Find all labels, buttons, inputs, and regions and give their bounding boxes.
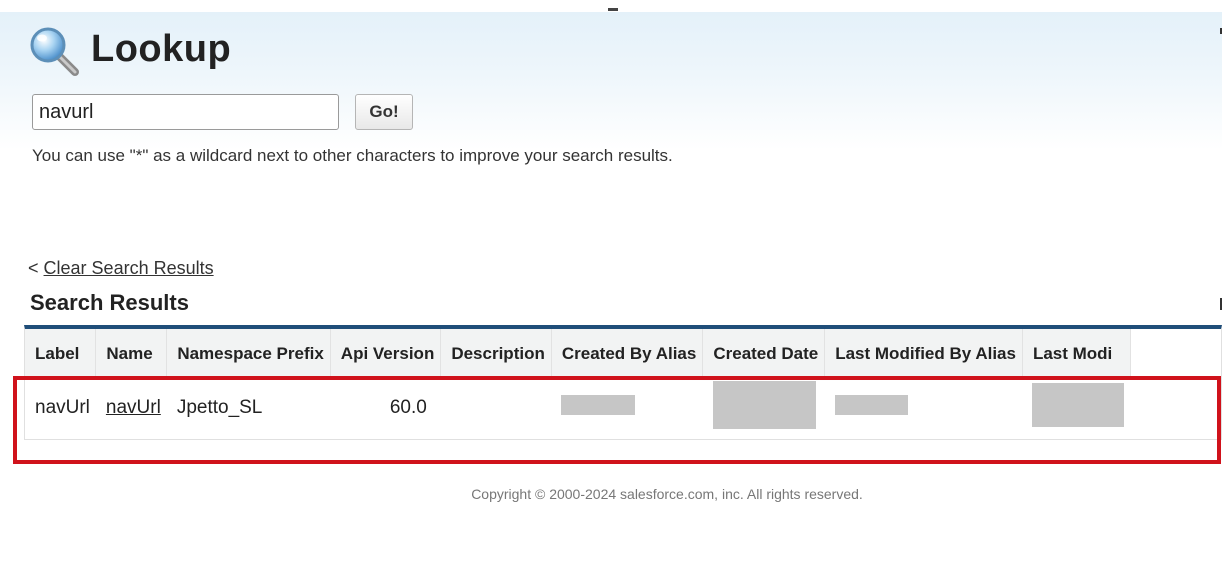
column-header-name: Name bbox=[95, 329, 168, 378]
search-results-title: Search Results bbox=[30, 290, 189, 315]
magnifying-glass-icon bbox=[30, 27, 79, 76]
right-edge-mark bbox=[1220, 28, 1222, 34]
back-chevron: < bbox=[28, 258, 39, 278]
column-header-created-date: Created Date bbox=[702, 329, 826, 378]
clear-results-row: < Clear Search Results bbox=[28, 258, 214, 279]
right-edge-mark bbox=[1220, 298, 1222, 310]
column-header-created-by-alias: Created By Alias bbox=[551, 329, 704, 378]
page-title: Lookup bbox=[91, 28, 232, 70]
column-header-api-version: Api Version bbox=[330, 329, 442, 378]
column-header-last-modified-by-alias: Last Modified By Alias bbox=[824, 329, 1023, 378]
search-input[interactable] bbox=[32, 94, 339, 130]
column-header-last-modified-date: Last Modi bbox=[1022, 329, 1131, 378]
go-button[interactable]: Go! bbox=[355, 94, 413, 130]
top-edge-mark bbox=[608, 8, 618, 11]
column-header-description: Description bbox=[440, 329, 552, 378]
clear-search-results-link[interactable]: Clear Search Results bbox=[44, 258, 214, 278]
highlight-annotation-box bbox=[13, 376, 1221, 464]
column-header-label: Label bbox=[25, 329, 97, 378]
copyright-footer: Copyright © 2000-2024 salesforce.com, in… bbox=[471, 486, 863, 502]
column-header-namespace-prefix: Namespace Prefix bbox=[166, 329, 331, 378]
table-header-row: Label Name Namespace Prefix Api Version … bbox=[25, 329, 1131, 378]
wildcard-hint: You can use "*" as a wildcard next to ot… bbox=[32, 146, 673, 165]
